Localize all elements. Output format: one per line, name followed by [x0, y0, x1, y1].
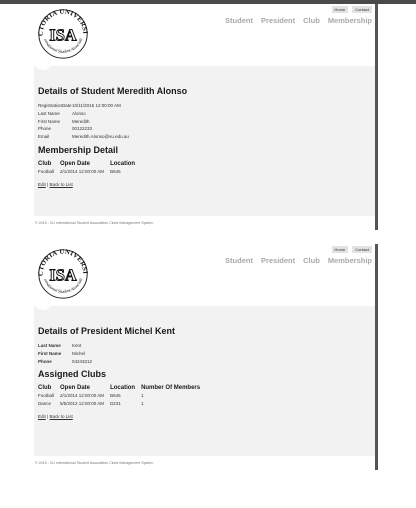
detail-row: Phone 00122233 [38, 125, 371, 133]
nav-student[interactable]: Student [225, 16, 253, 25]
nav-membership[interactable]: Membership [328, 256, 372, 265]
main-content: Details of Student Meredith Alonso Regis… [34, 60, 375, 216]
detail-value: Kent [72, 343, 82, 348]
logo-main-text: ISA [49, 266, 77, 285]
logo-shadow [36, 300, 50, 310]
detail-value: Meredith.Alonso@vu.edu.au [72, 134, 129, 140]
site-header: VICTORIA UNIVERSITY ISA International St… [34, 4, 375, 66]
detail-value: 04243212 [72, 358, 93, 364]
logo-shadow [36, 60, 50, 70]
column-header: Club [38, 385, 52, 392]
table-cell: Football [38, 393, 55, 399]
detail-label: First Name [38, 118, 61, 124]
nav-club[interactable]: Club [303, 16, 320, 25]
site-footer: © 2015 - VU International Student Associ… [34, 456, 375, 470]
section-title: Assigned Clubs [38, 369, 107, 380]
detail-row: Last Name Alonso [38, 110, 371, 118]
detail-label: First Name [38, 350, 62, 356]
table-row: Football 2/1/2014 12:00:00 AM B645 [38, 168, 141, 176]
isa-logo[interactable]: VICTORIA UNIVERSITY ISA International St… [34, 4, 92, 62]
home-link[interactable]: Home [331, 246, 349, 253]
detail-label: Email [38, 134, 50, 140]
table-row: Football 2/1/2014 12:00:00 AM B645 1 [38, 392, 206, 400]
table-cell: 2/1/2014 12:00:00 AM [60, 168, 105, 174]
page-title: Details of President Michel Kent [38, 326, 176, 336]
footer-text: © 2015 - VU International Student Associ… [35, 461, 154, 465]
table-cell: 2/1/2014 12:00:00 AM [60, 393, 105, 399]
student-details-list: RegistrationDate 10/11/2015 12:00:00 AM … [38, 102, 371, 141]
student-details-page: VICTORIA UNIVERSITY ISA International St… [34, 4, 378, 230]
detail-label: RegistrationDate [38, 103, 72, 108]
main-content: Details of President Michel Kent Last Na… [34, 300, 375, 456]
logo-main-text: ISA [49, 26, 77, 45]
scrollbar[interactable] [375, 244, 378, 470]
table-cell: B645 [110, 168, 121, 174]
detail-label: Last Name [38, 343, 61, 348]
column-header: Location [110, 385, 136, 392]
nav-president[interactable]: President [261, 16, 295, 25]
table-cell: 5/5/2012 12:00:00 AM [60, 401, 105, 407]
home-link[interactable]: Home [331, 6, 349, 13]
site-header: VICTORIA UNIVERSITY ISA International St… [34, 244, 375, 306]
detail-label: Last Name [38, 110, 60, 116]
site-footer: © 2015 - VU International Student Associ… [34, 216, 375, 230]
nav-membership[interactable]: Membership [328, 16, 372, 25]
scrollbar[interactable] [375, 4, 378, 230]
isa-logo[interactable]: VICTORIA UNIVERSITY ISA International St… [34, 244, 92, 302]
detail-row: RegistrationDate 10/11/2015 12:00:00 AM [38, 102, 371, 110]
detail-value: Alonso [72, 110, 86, 116]
detail-label: Phone [38, 358, 52, 364]
edit-link[interactable]: Edit [38, 182, 46, 187]
nav-president[interactable]: President [261, 256, 295, 265]
detail-label: Phone [38, 126, 52, 132]
section-title: Membership Detail [38, 144, 119, 155]
table-header-row: Club Open Date Location [38, 161, 141, 168]
column-header: Open Date [60, 160, 91, 167]
membership-table: Club Open Date Location Football 2/1/201… [38, 161, 141, 176]
table-cell: Dance [38, 401, 52, 407]
detail-row: Phone 04243212 [38, 358, 371, 366]
edit-link[interactable]: Edit [38, 414, 46, 419]
action-links: Edit | Back to List [38, 182, 371, 187]
main-nav: Student President Club Membership [225, 16, 372, 25]
detail-value: Michel [72, 350, 86, 356]
nav-student[interactable]: Student [225, 256, 253, 265]
utility-nav: Home Contact [331, 246, 372, 253]
detail-row: Email Meredith.Alonso@vu.edu.au [38, 133, 371, 141]
table-cell: Football [38, 168, 55, 174]
column-header: Location [110, 160, 136, 167]
back-to-list-link[interactable]: Back to List [49, 414, 72, 419]
detail-value: Meredith [72, 118, 90, 124]
detail-row: First Name Meredith [38, 118, 371, 126]
contact-link[interactable]: Contact [352, 6, 372, 13]
utility-nav: Home Contact [331, 6, 372, 13]
action-links: Edit | Back to List [38, 414, 371, 419]
president-details-list: Last Name Kent First Name Michel Phone 0… [38, 342, 371, 365]
detail-row: First Name Michel [38, 350, 371, 358]
column-header: Open Date [60, 385, 91, 392]
detail-value: 10/11/2015 12:00:00 AM [72, 103, 121, 108]
table-cell: B645 [110, 393, 121, 399]
column-header: Number Of Members [141, 385, 201, 392]
main-nav: Student President Club Membership [225, 256, 372, 265]
contact-link[interactable]: Contact [352, 246, 372, 253]
table-cell: 1 [141, 401, 144, 407]
footer-text: © 2015 - VU International Student Associ… [35, 221, 154, 225]
assigned-clubs-table: Club Open Date Location Number Of Member… [38, 385, 206, 408]
page-title: Details of Student Meredith Alonso [38, 86, 188, 96]
detail-row: Last Name Kent [38, 342, 371, 350]
president-details-page: VICTORIA UNIVERSITY ISA International St… [34, 244, 378, 470]
back-to-list-link[interactable]: Back to List [49, 182, 72, 187]
column-header: Club [38, 160, 52, 167]
detail-value: 00122233 [72, 126, 93, 132]
table-cell: 1 [141, 393, 144, 399]
table-header-row: Club Open Date Location Number Of Member… [38, 385, 206, 392]
table-cell: D231 [110, 401, 121, 407]
nav-club[interactable]: Club [303, 256, 320, 265]
table-row: Dance 5/5/2012 12:00:00 AM D231 1 [38, 400, 206, 408]
